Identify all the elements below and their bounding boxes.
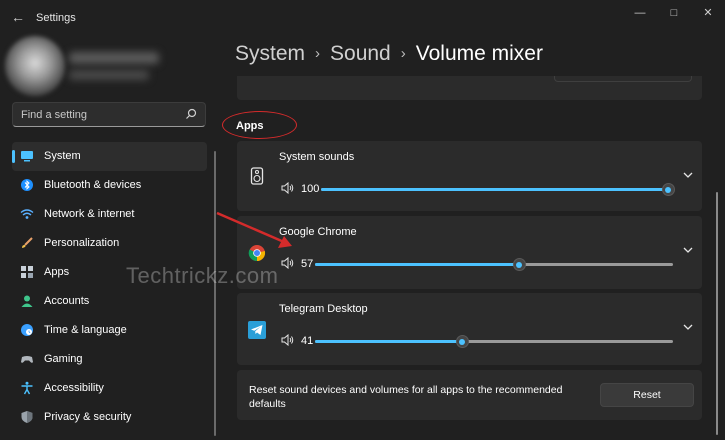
content-scrollbar[interactable] xyxy=(716,192,718,435)
brush-icon xyxy=(22,237,33,248)
chevron-down-icon[interactable] xyxy=(682,244,694,256)
annotation-arrow-icon xyxy=(216,211,292,248)
active-indicator xyxy=(12,150,15,163)
sidebar-item-label: Apps xyxy=(44,266,70,278)
breadcrumb-sound[interactable]: Sound xyxy=(330,42,391,65)
maximize-icon[interactable]: □ xyxy=(664,6,684,20)
search-icon xyxy=(186,108,197,119)
watermark: Techtrickz.com xyxy=(126,263,279,288)
volume-slider-fill xyxy=(315,263,519,266)
sidebar-item-bluetooth[interactable]: Bluetooth & devices xyxy=(12,171,207,200)
minimize-icon[interactable]: — xyxy=(630,6,650,20)
user-name-blurred xyxy=(69,52,159,64)
volume-icon[interactable] xyxy=(281,334,294,346)
app-title: Settings xyxy=(36,12,76,24)
sidebar-item-label: System xyxy=(44,150,81,162)
sidebar-scrollbar[interactable] xyxy=(214,151,216,436)
volume-icon[interactable] xyxy=(281,257,294,269)
globe-icon xyxy=(21,324,33,336)
telegram-icon xyxy=(248,321,266,339)
volume-icon[interactable] xyxy=(281,182,294,194)
breadcrumb-separator: › xyxy=(400,45,406,62)
sidebar-item-personalization[interactable]: Personalization xyxy=(12,229,207,258)
sidebar-item-system[interactable]: System xyxy=(12,142,207,171)
device-dropdown-edge[interactable] xyxy=(554,76,692,82)
search-placeholder: Find a setting xyxy=(21,109,88,121)
breadcrumb-system[interactable]: System xyxy=(235,42,305,65)
volume-slider[interactable] xyxy=(315,258,673,271)
reset-description: Reset sound devices and volumes for all … xyxy=(249,384,563,410)
volume-slider-fill xyxy=(321,188,668,191)
sidebar-item-label: Bluetooth & devices xyxy=(44,179,142,191)
apps-icon xyxy=(21,266,33,278)
app-card-system-sounds[interactable]: System sounds 100 xyxy=(237,141,702,211)
system-icon xyxy=(21,151,33,162)
accessibility-icon xyxy=(21,381,33,395)
sidebar-item-time-language[interactable]: Time & language xyxy=(12,316,207,345)
volume-slider-fill xyxy=(315,340,462,343)
app-card-google-chrome[interactable]: Google Chrome 57 xyxy=(237,216,702,289)
volume-slider-thumb[interactable] xyxy=(455,335,469,348)
wifi-icon xyxy=(20,209,34,219)
sidebar-item-gaming[interactable]: Gaming xyxy=(12,345,207,374)
volume-slider[interactable] xyxy=(315,335,673,348)
user-profile[interactable] xyxy=(5,36,165,100)
reset-button[interactable]: Reset xyxy=(600,383,694,407)
breadcrumb-separator: › xyxy=(315,45,321,62)
sidebar-item-privacy[interactable]: Privacy & security xyxy=(12,403,207,432)
volume-slider[interactable] xyxy=(321,183,675,196)
chevron-down-icon[interactable] xyxy=(682,321,694,333)
sidebar-item-label: Network & internet xyxy=(44,208,135,220)
speaker-icon xyxy=(250,167,264,185)
reset-card: Reset sound devices and volumes for all … xyxy=(237,370,702,420)
app-name: Telegram Desktop xyxy=(279,303,368,315)
title-bar: ← Settings — □ ✕ xyxy=(0,0,725,36)
breadcrumb: System › Sound › Volume mixer xyxy=(235,42,543,66)
volume-value: 41 xyxy=(301,335,314,347)
sidebar-item-label: Gaming xyxy=(44,353,83,365)
output-device-card xyxy=(237,76,702,100)
chevron-down-icon[interactable] xyxy=(682,169,694,181)
back-arrow-icon[interactable]: ← xyxy=(10,9,26,25)
volume-value: 57 xyxy=(301,258,314,270)
close-icon[interactable]: ✕ xyxy=(698,6,718,20)
accounts-icon xyxy=(21,295,33,307)
bluetooth-icon xyxy=(21,179,33,191)
volume-value: 100 xyxy=(301,183,320,195)
sidebar-item-label: Accounts xyxy=(44,295,90,307)
sidebar-item-network[interactable]: Network & internet xyxy=(12,200,207,229)
sidebar-item-label: Personalization xyxy=(44,237,120,249)
search-input[interactable]: Find a setting xyxy=(12,102,206,127)
user-email-blurred xyxy=(69,70,149,80)
sidebar-item-label: Accessibility xyxy=(44,382,104,394)
sidebar-item-accounts[interactable]: Accounts xyxy=(12,287,207,316)
sidebar-item-label: Privacy & security xyxy=(44,411,132,423)
avatar xyxy=(5,36,65,96)
page-title: Volume mixer xyxy=(415,42,543,65)
sidebar-item-label: Time & language xyxy=(44,324,127,336)
annotation-ellipse xyxy=(222,111,297,139)
sidebar-item-accessibility[interactable]: Accessibility xyxy=(12,374,207,403)
shield-icon xyxy=(21,411,33,423)
volume-slider-thumb[interactable] xyxy=(661,183,675,196)
volume-slider-thumb[interactable] xyxy=(512,258,526,271)
app-card-telegram-desktop[interactable]: Telegram Desktop 41 xyxy=(237,293,702,365)
app-name: System sounds xyxy=(279,151,355,163)
gaming-icon xyxy=(21,356,33,363)
